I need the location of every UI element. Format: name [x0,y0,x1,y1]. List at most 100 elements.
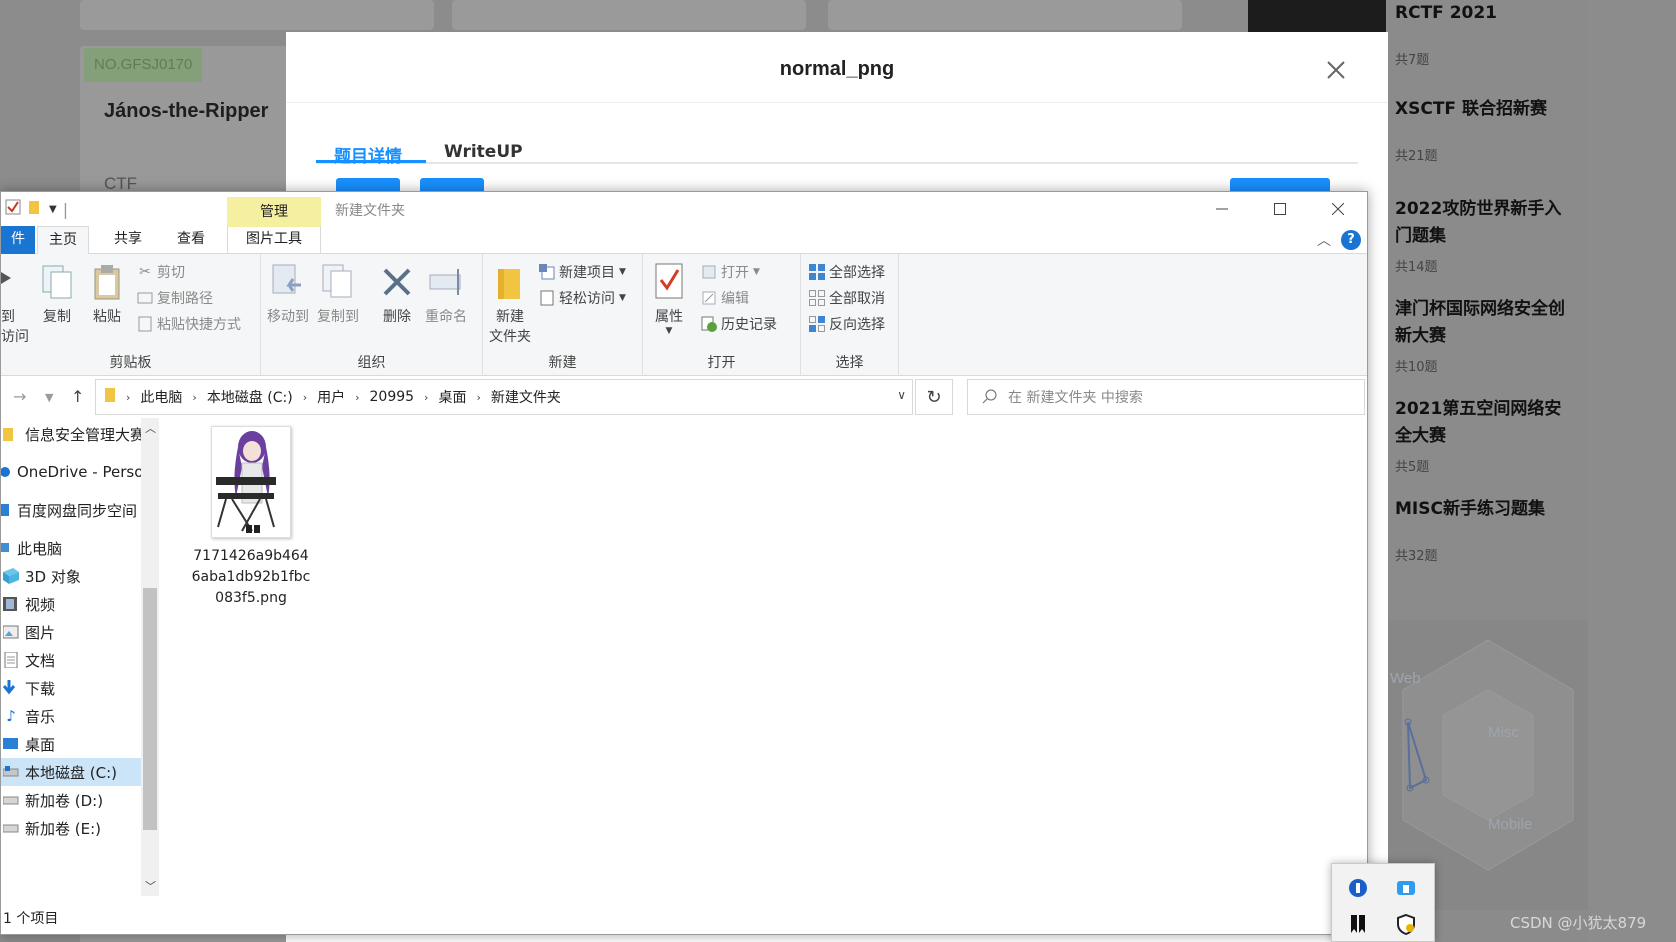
nav-scrollbar[interactable]: ︿ ﹀ [141,418,159,896]
competition-item[interactable]: XSCTF 联合招新赛 共21题 [1395,96,1575,164]
nav-item-local-disk-c[interactable]: 本地磁盘 (C:) [1,758,141,786]
bookmark-tray-icon[interactable] [1346,912,1370,936]
nav-item-onedrive[interactable]: OneDrive - Personal [1,458,141,486]
chevron-down-icon[interactable]: ▼ [49,204,57,215]
file-explorer-window: ▼ | 管理 新建文件夹 件 主页 共享 查看 图片工具 ︿ ? 到 访问 复制… [0,191,1368,935]
radar-label-misc: Misc [1488,724,1519,741]
nav-item-folder[interactable]: 信息安全管理大赛 [1,420,141,448]
tab-view[interactable]: 查看 [159,226,223,254]
file-list-area[interactable]: 7171426a9b4646aba1db92b1fbc083f5.png [161,418,1367,896]
manage-contextual-tab[interactable]: 管理 [227,197,321,227]
copy-path-button[interactable]: 复制路径 [137,288,213,308]
cloud-sync-icon [1,501,13,519]
help-icon[interactable]: ? [1341,230,1361,250]
scroll-up-icon[interactable]: ︿ [145,420,156,436]
close-window-button[interactable] [1309,192,1367,226]
nav-item-3d-objects[interactable]: 3D 对象 [1,562,141,590]
nav-item-pictures[interactable]: 图片 [1,618,141,646]
nav-item-downloads[interactable]: 下载 [1,674,141,702]
move-to-button[interactable]: 移动到 [267,262,309,326]
refresh-button[interactable]: ↻ [915,379,953,415]
history-button[interactable]: 历史记录 [701,314,777,334]
tab-file[interactable]: 件 [1,226,35,254]
paste-shortcut-icon [137,316,153,332]
competition-title: 2022攻防世界新手入门题集 [1395,199,1562,246]
chevron-down-icon: ▼ [665,326,673,336]
edit-button[interactable]: 编辑 [701,288,749,308]
paste-shortcut-label: 粘贴快捷方式 [157,317,241,333]
easy-access-button[interactable]: 轻松访问 ▼ [539,288,626,308]
copy-path-label: 复制路径 [157,291,213,307]
nav-item-videos[interactable]: 视频 [1,590,141,618]
nav-item-this-pc[interactable]: 此电脑 [1,534,141,562]
collapse-ribbon-icon[interactable]: ︿ [1317,230,1331,250]
folder-icon[interactable] [27,199,43,219]
breadcrumb-user[interactable]: 20995 [370,389,415,405]
competition-item[interactable]: RCTF 2021 共7题 [1395,0,1575,68]
breadcrumb-new-folder[interactable]: 新建文件夹 [491,387,561,407]
nav-item-label: 视频 [25,595,56,614]
chevron-right-icon[interactable]: › [476,391,480,404]
open-button[interactable]: 打开 ▼ [701,262,760,282]
nav-item-documents[interactable]: 文档 [1,646,141,674]
chevron-right-icon[interactable]: › [355,391,359,404]
paste-shortcut-button[interactable]: 粘贴快捷方式 [137,314,241,334]
breadcrumb-desktop[interactable]: 桌面 [438,387,466,407]
scroll-down-icon[interactable]: ﹀ [145,878,156,894]
nav-item-volume-e[interactable]: 新加卷 (E:) [1,814,141,842]
tab-writeup[interactable]: WriteUP [444,142,523,162]
close-icon[interactable] [1324,58,1348,82]
tab-challenge-details[interactable]: 题目详情 [334,142,402,167]
search-input[interactable]: 在 新建文件夹 中搜索 [967,379,1365,415]
nav-item-baidu-sync[interactable]: 百度网盘同步空间 [1,496,141,524]
open-icon [701,264,717,280]
forward-arrow-icon[interactable]: → [13,387,26,406]
breadcrumb-this-pc[interactable]: 此电脑 [140,387,182,407]
recent-locations-icon[interactable]: ▼ [45,391,53,404]
up-arrow-icon[interactable]: ↑ [71,387,84,406]
breadcrumb-users[interactable]: 用户 [317,387,345,407]
security-shield-icon[interactable] [1394,912,1418,936]
competition-item[interactable]: MISC新手练习题集 共32题 [1395,496,1575,564]
nav-item-volume-d[interactable]: 新加卷 (D:) [1,786,141,814]
copy-button[interactable]: 复制 [39,262,75,326]
minimize-button[interactable] [1193,192,1251,226]
copy-to-button[interactable]: 复制到 [317,262,359,326]
competition-item[interactable]: 2022攻防世界新手入门题集 共14题 [1395,196,1575,275]
pin-to-quick-access-button[interactable]: 到 访问 [1,262,29,346]
invert-selection-icon [809,316,825,332]
address-bar[interactable]: › 此电脑 › 本地磁盘 (C:) › 用户 › 20995 › 桌面 › 新建… [95,379,913,415]
defender-icon[interactable] [1346,876,1370,900]
delete-button[interactable]: 删除 [379,262,415,326]
competition-item[interactable]: 2021第五空间网络安全大赛 共5题 [1395,396,1575,475]
file-item-png[interactable]: 7171426a9b4646aba1db92b1fbc083f5.png [191,426,311,609]
breadcrumb-drive-c[interactable]: 本地磁盘 (C:) [207,387,293,407]
chevron-right-icon[interactable]: › [192,391,196,404]
new-folder-button[interactable]: 新建 文件夹 [489,262,531,346]
properties-button[interactable]: 属性 ▼ [651,262,687,336]
chevron-right-icon[interactable]: › [424,391,428,404]
organize-group: 移动到 复制到 删除 重命名 组织 [261,254,483,376]
invert-selection-button[interactable]: 反向选择 [809,314,885,334]
nav-item-desktop[interactable]: 桌面 [1,730,141,758]
competition-item[interactable]: 津门杯国际网络安全创新大赛 共10题 [1395,296,1575,375]
chevron-down-icon[interactable]: ∨ [897,388,906,402]
easy-access-label: 轻松访问 [559,291,615,307]
chevron-right-icon[interactable]: › [303,391,307,404]
nav-item-music[interactable]: ♪ 音乐 [1,702,141,730]
paste-button[interactable]: 粘贴 [89,262,125,326]
tab-share[interactable]: 共享 [99,226,157,254]
image-thumbnail [211,426,291,538]
app-tray-icon[interactable] [1394,876,1418,900]
tab-picture-tools[interactable]: 图片工具 [227,226,321,254]
new-item-button[interactable]: 新建项目 ▼ [539,262,626,282]
rename-button[interactable]: 重命名 [425,262,467,326]
select-none-button[interactable]: 全部取消 [809,288,885,308]
scrollbar-thumb[interactable] [143,588,157,830]
tab-home[interactable]: 主页 [37,226,89,254]
maximize-button[interactable] [1251,192,1309,226]
cut-button[interactable]: ✂ 剪切 [137,262,185,282]
chevron-right-icon[interactable]: › [126,391,130,404]
properties-check-icon[interactable] [5,199,21,219]
select-all-button[interactable]: 全部选择 [809,262,885,282]
